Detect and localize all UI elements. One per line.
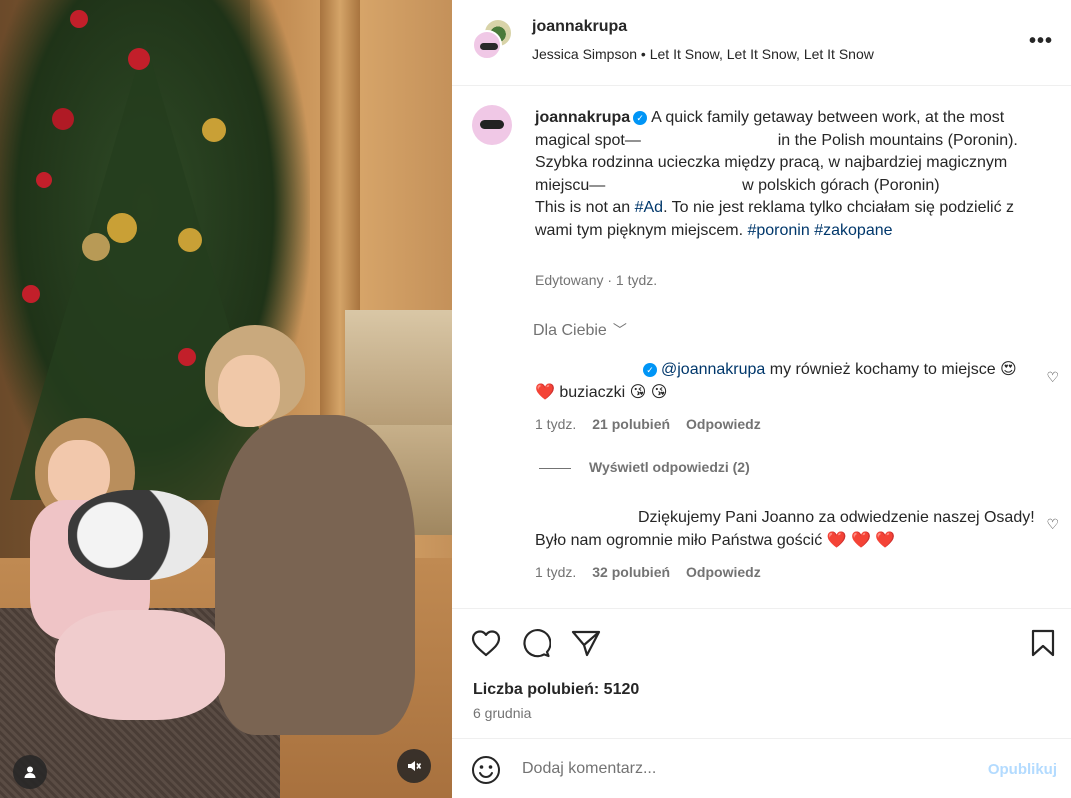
verified-icon: ✓: [643, 363, 657, 377]
verified-icon: ✓: [633, 111, 648, 125]
sort-label: Dla Ciebie: [533, 322, 607, 339]
save-button[interactable]: [1027, 627, 1059, 659]
heart-icon: [471, 630, 501, 657]
bookmark-icon: [1031, 629, 1055, 657]
hashtag-link[interactable]: #Ad: [635, 199, 663, 216]
mute-button[interactable]: [397, 749, 431, 783]
caption-avatar[interactable]: [472, 105, 512, 145]
comment-text: Dziękujemy Pani Joanno za odwiedzenie na…: [535, 509, 1035, 549]
music-track[interactable]: Jessica Simpson • Let It Snow, Let It Sn…: [532, 46, 874, 62]
ornament: [36, 172, 52, 188]
post-header: joannakrupa Jessica Simpson • Let It Sno…: [452, 0, 1071, 86]
comment-time: 1 tydz.: [535, 416, 577, 432]
girl-legs: [55, 610, 225, 720]
comment-sort-dropdown[interactable]: Dla Ciebie ﹀: [533, 320, 627, 340]
add-comment-bar: Opublikuj: [452, 738, 1071, 798]
box: [345, 310, 452, 430]
post-media[interactable]: [0, 0, 452, 798]
post-panel: joannakrupa Jessica Simpson • Let It Sno…: [452, 0, 1071, 798]
comment-like-icon[interactable]: ♡: [1046, 369, 1059, 386]
woman-face: [218, 355, 280, 427]
caption-text: in the Polish mountains (Poronin).: [777, 131, 1018, 149]
comment-time: 1 tydz.: [535, 564, 577, 580]
ornament: [128, 48, 150, 70]
mention-link[interactable]: @joannakrupa: [661, 361, 765, 378]
like-button[interactable]: [470, 627, 502, 659]
reply-button[interactable]: Odpowiedz: [686, 416, 761, 432]
ornament: [202, 118, 226, 142]
post-actions: Liczba polubień: 5120 6 grudnia: [452, 608, 1071, 738]
caption-text: This is not an: [535, 199, 631, 216]
publish-button[interactable]: Opublikuj: [988, 761, 1057, 778]
avatar-stack[interactable]: [472, 18, 514, 62]
likes-count[interactable]: Liczba polubień: 5120: [473, 681, 639, 699]
comment: ✓ @joannakrupa my również kochamy to miej…: [535, 359, 1035, 404]
ornament: [82, 233, 110, 261]
emoji-icon[interactable]: [471, 755, 501, 785]
caption-username[interactable]: joannakrupa: [535, 109, 630, 126]
comment-input[interactable]: [522, 757, 942, 781]
send-icon: [571, 630, 601, 657]
ornament: [178, 348, 196, 366]
post-date: 6 grudnia: [473, 705, 532, 721]
comment-meta: 1 tydz. 21 polubień Odpowiedz: [535, 416, 761, 432]
ornament: [70, 10, 88, 28]
hashtag-link[interactable]: #zakopane: [814, 222, 892, 239]
comment-likes[interactable]: 32 polubień: [592, 564, 670, 580]
ornament: [107, 213, 137, 243]
more-horizontal-icon[interactable]: •••: [1029, 30, 1053, 53]
caption-meta: Edytowany · 1 tydz.: [535, 272, 658, 288]
user-icon: [24, 766, 36, 778]
reply-button[interactable]: Odpowiedz: [686, 564, 761, 580]
share-button[interactable]: [570, 627, 602, 659]
comment-meta: 1 tydz. 32 polubień Odpowiedz: [535, 564, 761, 580]
ornament: [52, 108, 74, 130]
speaker-muted-icon: [408, 761, 422, 771]
comment-text: my również kochamy to miejsce 😍 ❤️ buzia…: [535, 361, 1017, 401]
cat: [68, 490, 208, 580]
woman-body: [215, 415, 415, 735]
comment-like-icon[interactable]: ♡: [1046, 516, 1059, 533]
caption: joannakrupa ✓ A quick family getaway betwe…: [535, 107, 1050, 242]
ornament: [22, 285, 40, 303]
ornament: [178, 228, 202, 252]
hashtag-link[interactable]: #poronin: [747, 222, 809, 239]
header-username[interactable]: joannakrupa: [532, 18, 627, 36]
caption-text: w polskich górach (Poronin): [742, 176, 940, 194]
view-replies-button[interactable]: Wyświetl odpowiedzi (2): [539, 459, 750, 475]
avatar: [472, 30, 502, 60]
chevron-down-icon: ﹀: [612, 322, 627, 338]
comment-icon: [523, 629, 551, 658]
comment-likes[interactable]: 21 polubień: [592, 416, 670, 432]
user-tags-button[interactable]: [13, 755, 47, 789]
comment: Dziękujemy Pani Joanno za odwiedzenie na…: [535, 507, 1035, 552]
comment-button[interactable]: [520, 627, 552, 659]
